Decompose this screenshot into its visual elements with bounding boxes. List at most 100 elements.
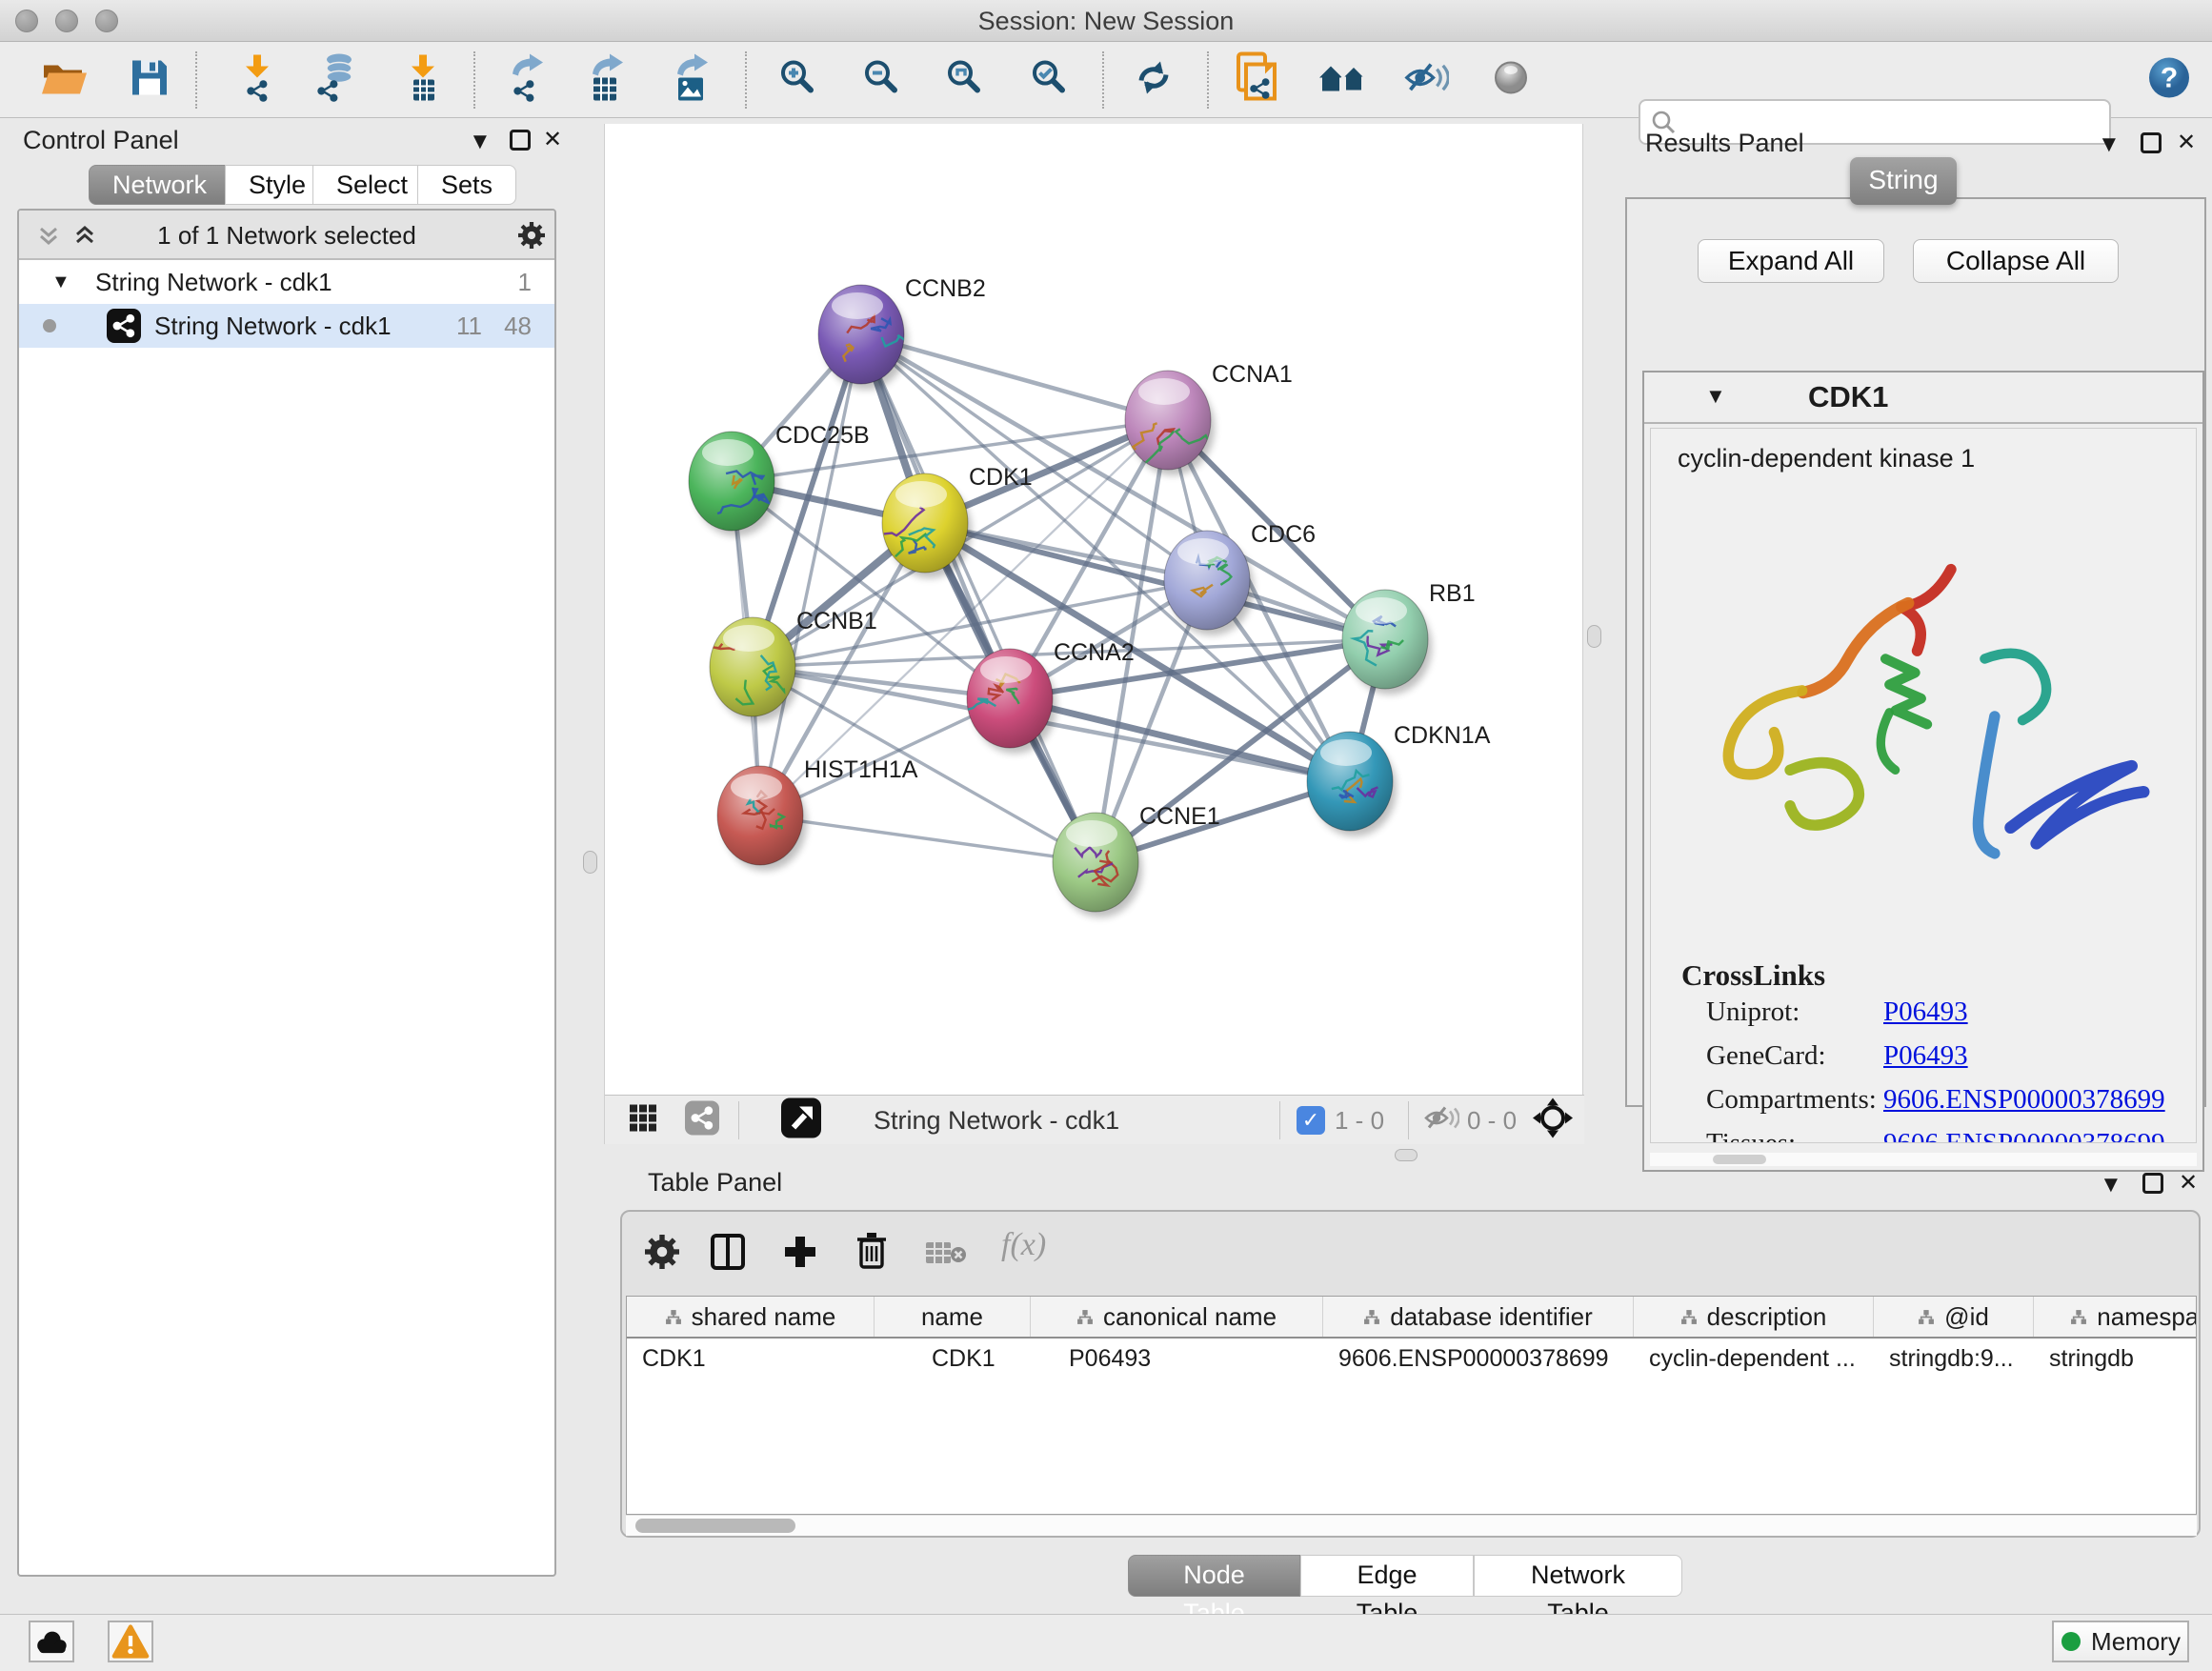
crosslink-genecard[interactable]: P06493: [1883, 1040, 1968, 1072]
help-button[interactable]: ?: [2147, 56, 2191, 105]
results-panel-close-button[interactable]: ✕: [2177, 129, 2196, 156]
function-builder-button-disabled[interactable]: f(x): [1001, 1227, 1046, 1263]
cell-namespace[interactable]: stringdb: [2034, 1339, 2197, 1379]
tab-select[interactable]: Select: [312, 165, 432, 205]
tab-node-table[interactable]: Node Table: [1128, 1555, 1300, 1597]
column-header-description[interactable]: description: [1634, 1297, 1874, 1337]
network-node-label-HIST1H1A: HIST1H1A: [804, 756, 918, 783]
scrollbar-thumb[interactable]: [635, 1519, 795, 1533]
open-session-button[interactable]: [41, 57, 89, 104]
crosslink-tissues[interactable]: 9606.ENSP00000378699: [1883, 1128, 2165, 1143]
network-node-RB1[interactable]: RB1: [1342, 580, 1476, 695]
column-header-name[interactable]: name: [875, 1297, 1031, 1337]
zoom-fit-button[interactable]: [946, 59, 984, 102]
cell-name[interactable]: CDK1: [875, 1339, 1031, 1379]
tree-icon: [1918, 1309, 1935, 1325]
collection-expand-arrow[interactable]: ▼: [51, 260, 70, 304]
column-header-canonical-name[interactable]: canonical name: [1031, 1297, 1323, 1337]
network-row-label: String Network - cdk1: [154, 304, 392, 348]
export-network-button[interactable]: [505, 53, 545, 108]
import-network-file-button[interactable]: [238, 53, 276, 108]
tab-string[interactable]: String: [1850, 157, 1957, 205]
network-collection-row[interactable]: ▼ String Network - cdk1 1: [19, 260, 554, 304]
table-hscrollbar[interactable]: [626, 1516, 2197, 1536]
network-edge-CCNB2-HIST1H1A[interactable]: [760, 334, 861, 815]
expand-all-button[interactable]: Expand All: [1698, 239, 1884, 283]
zoom-selected-button[interactable]: [1031, 59, 1069, 102]
network-node-label-CDC25B: CDC25B: [775, 422, 870, 449]
checkbox-icon: ✓: [1297, 1106, 1325, 1135]
cell-description[interactable]: cyclin-dependent ...: [1634, 1339, 1874, 1379]
zoom-in-button[interactable]: [779, 59, 817, 102]
tree-icon: [1076, 1309, 1094, 1325]
cell-id[interactable]: stringdb:9...: [1874, 1339, 2034, 1379]
toolbar-separator: [745, 51, 747, 109]
cloud-status-button[interactable]: [29, 1621, 74, 1662]
crosslink-compartments[interactable]: 9606.ENSP00000378699: [1883, 1084, 2165, 1116]
refresh-button[interactable]: [1133, 57, 1175, 104]
column-header-id[interactable]: @id: [1874, 1297, 2034, 1337]
fit-content-button[interactable]: [1532, 1097, 1574, 1144]
grid-view-button[interactable]: [629, 1104, 657, 1137]
collapse-all-button[interactable]: Collapse All: [1913, 239, 2119, 283]
add-column-button[interactable]: [782, 1233, 818, 1276]
zoom-out-button[interactable]: [863, 59, 901, 102]
birds-eye-view-button[interactable]: [685, 1101, 719, 1140]
hide-glass-button[interactable]: [1403, 60, 1449, 101]
save-session-button[interactable]: [129, 57, 171, 104]
tab-network[interactable]: Network: [89, 165, 231, 205]
hidden-indicator[interactable]: [1423, 1104, 1459, 1137]
network-row-selected[interactable]: String Network - cdk1 11 48: [19, 304, 554, 348]
network-edge-HIST1H1A-CCNE1[interactable]: [760, 815, 1096, 862]
zoom-selected-icon: [1031, 59, 1069, 97]
cell-canonical-name[interactable]: P06493: [1031, 1339, 1323, 1379]
column-header-namespace[interactable]: namespace: [2034, 1297, 2197, 1337]
network-node-CDK1[interactable]: CDK1: [882, 464, 1033, 578]
crosslink-uniprot[interactable]: P06493: [1883, 997, 1968, 1028]
protein-structure-image: [1695, 541, 2162, 939]
results-panel-float-button[interactable]: [2141, 132, 2162, 153]
show-glass-button[interactable]: [1491, 58, 1531, 103]
table-panel-menu-arrow[interactable]: ▼: [2100, 1172, 2122, 1198]
export-image-button[interactable]: [670, 53, 710, 108]
results-panel-menu-arrow[interactable]: ▼: [2098, 131, 2121, 158]
tab-edge-table[interactable]: Edge Table: [1300, 1555, 1474, 1597]
detach-view-button[interactable]: [781, 1098, 821, 1143]
network-list-options-gear-icon[interactable]: [518, 222, 545, 249]
selected-indicator-checkbox[interactable]: ✓: [1297, 1106, 1325, 1135]
left-divider-grip[interactable]: [583, 851, 597, 874]
network-node-CDKN1A[interactable]: CDKN1A: [1307, 722, 1491, 836]
network-node-CCNE1[interactable]: CCNE1: [1053, 803, 1220, 917]
network-canvas[interactable]: CCNB2CCNA1CDC25BCDK1CDC6RB1CCNB1CCNA2CDK…: [605, 124, 1582, 1095]
gene-card-header[interactable]: ▼ CDK1: [1644, 372, 2202, 424]
network-node-CCNB1[interactable]: CCNB1: [710, 608, 877, 722]
home-button[interactable]: [1318, 59, 1368, 102]
table-panel-close-button[interactable]: ✕: [2179, 1169, 2198, 1197]
control-panel-close-button[interactable]: ✕: [543, 126, 562, 153]
show-columns-button[interactable]: [710, 1233, 746, 1276]
collapse-entry-arrow[interactable]: ▼: [1705, 384, 1726, 409]
control-panel-menu-arrow[interactable]: ▼: [469, 129, 492, 155]
collection-count: 1: [518, 260, 532, 304]
string-import-button[interactable]: [1233, 51, 1282, 110]
import-network-database-button[interactable]: [314, 53, 360, 108]
export-table-button[interactable]: [585, 53, 625, 108]
import-table-file-button[interactable]: [404, 53, 442, 108]
delete-table-button-disabled[interactable]: [925, 1240, 967, 1272]
tab-network-table[interactable]: Network Table: [1474, 1555, 1682, 1597]
right-divider-grip[interactable]: [1587, 625, 1601, 648]
table-row[interactable]: CDK1 CDK1 P06493 9606.ENSP00000378699 cy…: [627, 1339, 2196, 1379]
control-panel-float-button[interactable]: [510, 130, 531, 151]
delete-column-button[interactable]: [855, 1231, 889, 1276]
column-header-database-identifier[interactable]: database identifier: [1323, 1297, 1634, 1337]
table-panel-float-button[interactable]: [2142, 1173, 2163, 1194]
warning-status-button[interactable]: [108, 1621, 153, 1662]
column-header-shared-name[interactable]: shared name: [627, 1297, 875, 1337]
network-node-HIST1H1A[interactable]: HIST1H1A: [717, 756, 918, 871]
tab-sets[interactable]: Sets: [417, 165, 516, 205]
table-options-button[interactable]: [645, 1235, 679, 1274]
memory-button[interactable]: Memory: [2052, 1621, 2189, 1662]
cell-shared-name[interactable]: CDK1: [627, 1339, 875, 1379]
tree-icon: [1363, 1309, 1380, 1325]
cell-database-identifier[interactable]: 9606.ENSP00000378699: [1323, 1339, 1634, 1379]
